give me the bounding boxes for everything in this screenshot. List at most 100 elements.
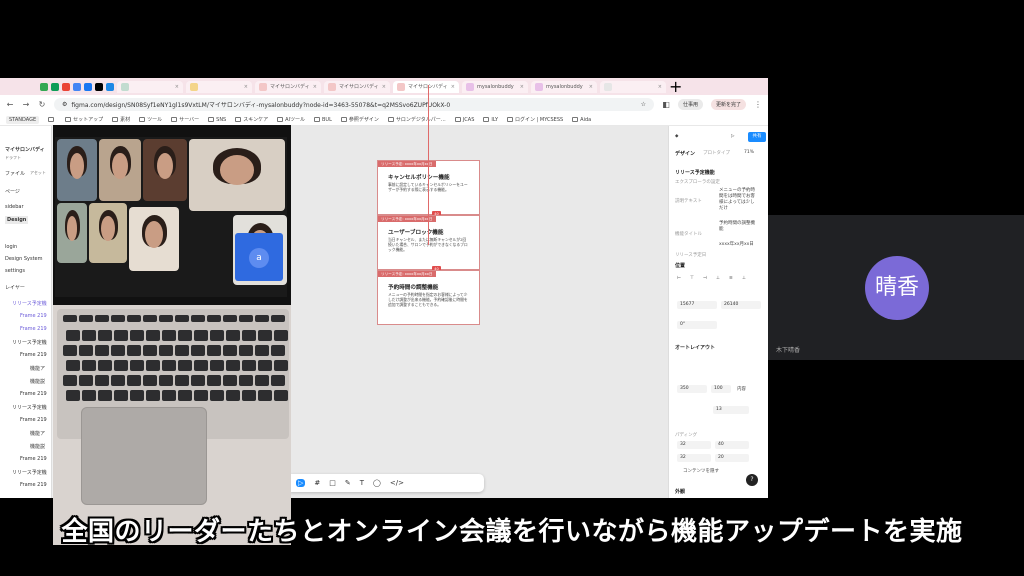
bookmark-item[interactable]: セットアップ <box>65 116 103 123</box>
layer-item[interactable]: Frame 219 <box>20 456 47 462</box>
pinned-tab-icon[interactable] <box>40 82 48 91</box>
layer-item[interactable]: 機能説 <box>30 378 45 385</box>
bookmark-item[interactable]: 素材 <box>112 116 130 123</box>
tab-close-icon[interactable]: × <box>382 84 386 90</box>
height-field[interactable]: 100 <box>711 385 731 393</box>
layer-item[interactable]: リリース予定機 <box>12 300 47 307</box>
browser-tab[interactable]: mysalonbuddy × <box>462 80 528 93</box>
bookmark-item[interactable]: STANDAGE <box>6 115 40 124</box>
tab-close-icon[interactable]: × <box>658 84 662 90</box>
profile-pill[interactable]: 仕事用 <box>677 99 703 110</box>
layer-item[interactable]: Frame 219 <box>20 313 47 319</box>
page-item[interactable]: Design System <box>5 256 43 262</box>
toolbar-tool-icon[interactable]: ◯ <box>373 479 381 487</box>
bookmark-item[interactable]: ツール <box>139 116 162 123</box>
browser-tab[interactable]: × <box>117 80 183 93</box>
browser-tab[interactable]: mysalonbuddy × <box>531 80 597 93</box>
tab-files[interactable]: ファイル <box>5 170 25 177</box>
toolbar-tool-icon[interactable]: # <box>314 479 320 487</box>
x-field[interactable]: 15677 <box>677 301 717 309</box>
bookmark-item[interactable]: SNS <box>208 117 226 123</box>
pinned-tab-icon[interactable] <box>106 82 114 91</box>
reload-icon[interactable]: ↻ <box>38 100 46 109</box>
layer-item[interactable]: リリース予定機 <box>12 404 47 411</box>
tab-assets[interactable]: アセット <box>30 170 46 176</box>
toolbar-tool-icon[interactable]: ✎ <box>345 479 351 487</box>
clip-content-label[interactable]: コンテンツを隠す <box>683 468 719 474</box>
toolbar-tool-icon[interactable]: ▷ <box>296 479 306 487</box>
layer-item[interactable]: 機能ア <box>30 430 45 437</box>
pinned-tab-icon[interactable] <box>84 82 92 91</box>
site-info-icon[interactable]: ⚙ <box>62 101 67 108</box>
align-icon[interactable]: ⊢ <box>677 276 681 281</box>
page-item[interactable]: sidebar <box>5 204 24 210</box>
browser-tab[interactable]: マイサロンバディ× <box>324 80 390 93</box>
tab-close-icon[interactable]: × <box>313 84 317 90</box>
bookmark-item[interactable]: ILY <box>483 117 498 123</box>
bookmark-item[interactable]: 参照デザイン <box>340 116 379 123</box>
layer-item[interactable]: Frame 219 <box>20 482 47 488</box>
pinned-tab-icon[interactable] <box>51 82 59 91</box>
align-icon[interactable]: ⊣ <box>703 276 707 281</box>
padding-field[interactable]: 32 <box>677 454 711 462</box>
tab-close-icon[interactable]: × <box>451 84 455 90</box>
bookmark-star-icon[interactable]: ☆ <box>641 101 646 108</box>
tab-close-icon[interactable]: × <box>175 84 179 90</box>
forward-icon[interactable]: → <box>22 100 30 109</box>
pinned-tab-icon[interactable] <box>73 82 81 91</box>
layer-item[interactable]: 機能ア <box>30 365 45 372</box>
browser-tab[interactable]: × <box>186 80 252 93</box>
padding-field[interactable]: 32 <box>677 441 711 449</box>
toolbar-tool-icon[interactable]: T <box>360 479 364 487</box>
tab-close-icon[interactable]: × <box>244 84 248 90</box>
tab-prototype[interactable]: プロトタイプ <box>703 150 730 156</box>
property-value[interactable]: メニューの予約時間をは時間でお客様によっては少しだけ <box>719 188 755 212</box>
bookmark-item[interactable]: スキンケア <box>235 116 268 123</box>
padding-field[interactable]: 20 <box>715 454 749 462</box>
width-field[interactable]: 350 <box>677 385 707 393</box>
align-icon[interactable]: ≡ <box>729 276 733 281</box>
bookmark-item[interactable]: AIツール <box>277 116 305 123</box>
toolbar-tool-icon[interactable]: </> <box>390 479 404 487</box>
browser-tab[interactable]: × <box>600 80 666 93</box>
layer-item[interactable]: Frame 219 <box>20 352 47 358</box>
gap-field[interactable]: 13 <box>713 406 749 414</box>
update-button[interactable]: 更新を完了 <box>710 99 746 110</box>
new-tab-icon[interactable]: + <box>669 78 682 96</box>
browser-tab[interactable]: マイサロンバディ× <box>393 80 459 93</box>
page-item-active[interactable]: Design <box>5 216 29 224</box>
padding-field[interactable]: 40 <box>715 441 749 449</box>
back-icon[interactable]: ← <box>6 100 14 109</box>
tab-close-icon[interactable]: × <box>520 84 524 90</box>
align-icon[interactable]: ⊥ <box>742 276 746 281</box>
layer-item[interactable]: Frame 219 <box>20 391 47 397</box>
property-value[interactable]: 予約時間の調整機能 <box>719 221 755 233</box>
layer-item[interactable]: Frame 219 <box>20 326 47 332</box>
bookmark-item[interactable]: ログイン | MYCSESS <box>507 116 563 123</box>
tab-design[interactable]: デザイン <box>675 150 695 157</box>
browser-tab[interactable]: マイサロンバディ× <box>255 80 321 93</box>
layer-item[interactable]: Frame 219 <box>20 417 47 423</box>
property-value[interactable]: xxxx年xx月xx日 <box>719 242 755 248</box>
align-icon[interactable]: ⊤ <box>690 276 694 281</box>
design-frame[interactable]: リリース予定: xxxx年xx月xx日 予約時間の調整機能 メニューの予約時間を指定… <box>377 270 480 325</box>
bookmark-item[interactable]: BUL <box>314 117 332 123</box>
page-item[interactable]: login <box>5 244 17 250</box>
pinned-tab-icon[interactable] <box>95 82 103 91</box>
help-button[interactable]: ? <box>746 474 758 486</box>
align-icon[interactable]: ⊥ <box>716 276 720 281</box>
bookmark-item[interactable]: Aida <box>572 117 591 123</box>
bookmark-item[interactable]: JCAS <box>454 117 474 123</box>
extensions-icon[interactable]: ◧ <box>662 100 670 109</box>
share-button[interactable]: 共有 <box>748 132 766 142</box>
layer-item[interactable]: 機能説 <box>30 443 45 450</box>
layer-item[interactable]: リリース予定機 <box>12 339 47 346</box>
menu-icon[interactable]: ⋮ <box>754 100 762 109</box>
pinned-tab-icon[interactable] <box>62 82 70 91</box>
bookmark-item[interactable]: サーバー <box>171 116 199 123</box>
tab-close-icon[interactable]: × <box>589 84 593 90</box>
toolbar-tool-icon[interactable]: □ <box>329 479 336 487</box>
rotation-field[interactable]: 0° <box>677 321 717 329</box>
bookmark-item[interactable]: サロンデジタルパー… <box>387 116 446 123</box>
zoom-level[interactable]: 71% <box>744 150 754 155</box>
